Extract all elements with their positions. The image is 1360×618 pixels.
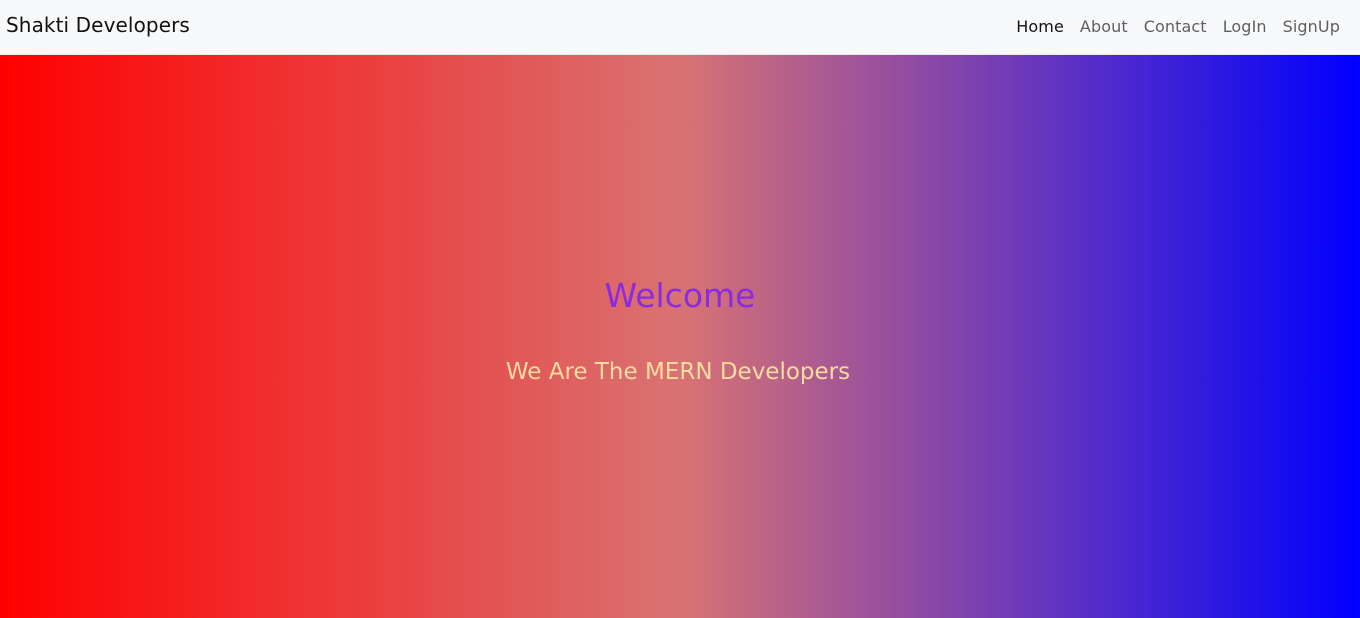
hero-subheading: We Are The MERN Developers <box>505 359 851 385</box>
nav-item-about: About <box>1080 16 1128 38</box>
brand-link[interactable]: Shakti Developers <box>6 12 190 38</box>
nav-item-contact: Contact <box>1144 16 1207 38</box>
nav-links: Home About Contact LogIn SignUp <box>1016 16 1340 38</box>
nav-link-contact[interactable]: Contact <box>1144 17 1207 36</box>
nav-link-signup[interactable]: SignUp <box>1283 17 1340 36</box>
hero-section: Welcome We Are The MERN Developers <box>0 55 1360 618</box>
nav-item-home: Home <box>1016 16 1064 38</box>
nav-item-login: LogIn <box>1223 16 1267 38</box>
nav-item-signup: SignUp <box>1283 16 1340 38</box>
nav-link-login[interactable]: LogIn <box>1223 17 1267 36</box>
navbar: Shakti Developers Home About Contact Log… <box>0 0 1360 55</box>
hero-heading: Welcome <box>604 276 756 315</box>
nav-link-about[interactable]: About <box>1080 17 1128 36</box>
nav-link-home[interactable]: Home <box>1016 17 1064 36</box>
